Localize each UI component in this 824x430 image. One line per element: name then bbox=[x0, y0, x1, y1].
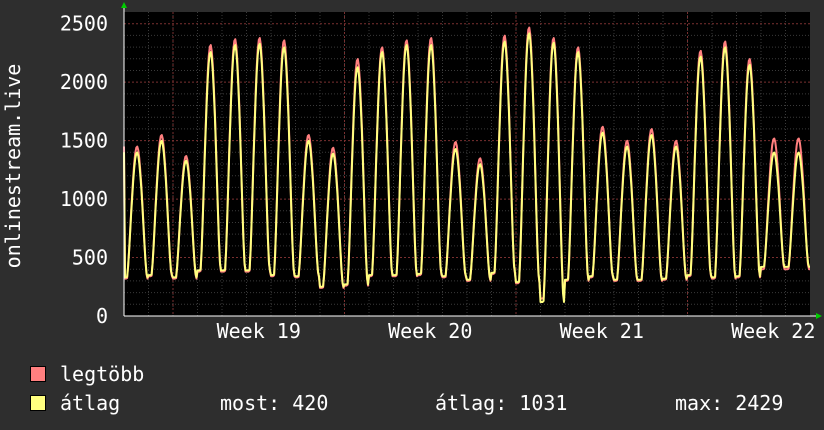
y-tick-label: 1500 bbox=[60, 129, 108, 153]
x-tick-label: Week 21 bbox=[560, 319, 644, 343]
stat-current: most: 420 bbox=[220, 391, 329, 415]
stat-average: átlag: 1031 bbox=[435, 391, 568, 415]
y-tick-label: 500 bbox=[72, 246, 108, 270]
x-axis-arrow bbox=[816, 313, 822, 319]
y-tick-label: 2500 bbox=[60, 12, 108, 36]
legend-label-max: legtöbb bbox=[60, 362, 145, 386]
x-tick-label: Week 22 bbox=[731, 319, 815, 343]
x-tick-label: Week 19 bbox=[217, 319, 301, 343]
stat-max: max: 2429 bbox=[675, 391, 784, 415]
legend-swatch-avg bbox=[30, 395, 46, 411]
legend-swatch-max bbox=[30, 366, 46, 382]
y-tick-label: 1000 bbox=[60, 187, 108, 211]
legend-item-max: legtöbb bbox=[30, 362, 144, 386]
legend-item-avg: átlag bbox=[30, 391, 120, 415]
y-tick-label: 2000 bbox=[60, 70, 108, 94]
legend-label-avg: átlag bbox=[60, 391, 121, 415]
y-axis-label: onlinestream.live bbox=[1, 64, 25, 269]
x-tick-label: Week 20 bbox=[388, 319, 472, 343]
y-tick-label: 0 bbox=[96, 304, 108, 328]
y-axis-arrow bbox=[121, 2, 127, 8]
